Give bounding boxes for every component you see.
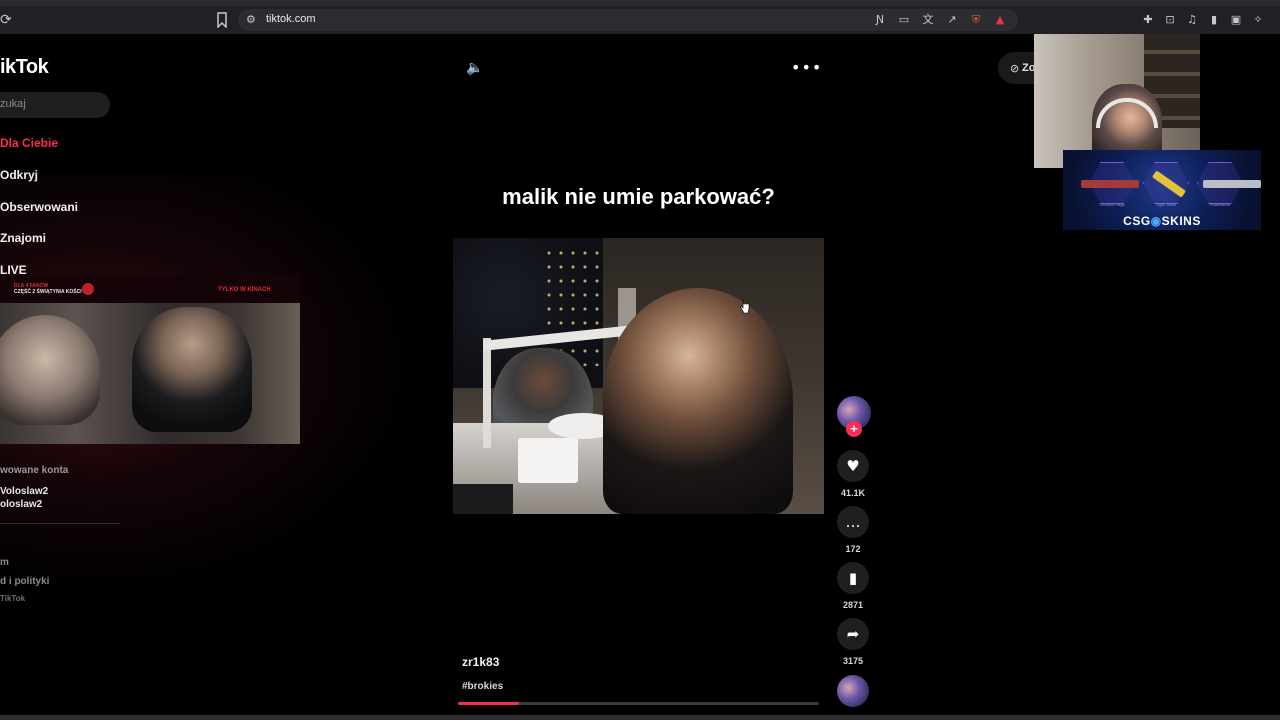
skin-name: Phantasma [1209,202,1231,207]
bookmark-icon[interactable] [216,12,228,28]
comment-count: 172 [845,544,861,554]
follow-plus-icon[interactable]: + [846,421,862,437]
followed-accounts-title: wowane konta [0,465,69,476]
extensions-icon[interactable]: ✚ [1140,11,1156,29]
video-player[interactable] [453,238,824,514]
video-progress-bar[interactable] [458,702,819,705]
reload-icon[interactable]: ⟳ [0,12,16,28]
overlay-video: DLA 4 FANÓW CZĘŚĆ 2 ŚWIĄTYNIA KOŚCI TYLK… [0,275,300,444]
nav-item-explore[interactable]: Odkryj [0,168,38,182]
followed-account[interactable]: oloslaw2 [0,499,42,510]
overlay-person [132,307,252,432]
copyright-text: TikTok [0,594,26,603]
browser-extensions: ✚ ⊡ ♫ ▮ ▣ ✧ [1140,11,1266,29]
sound-avatar[interactable] [837,675,869,707]
brave-rewards-icon[interactable]: ▲ [992,11,1008,29]
sidebar-toggle-icon[interactable]: ▮ [1206,11,1222,29]
nav-item-following[interactable]: Obserwowani [0,200,78,214]
search-placeholder: zukaj [0,98,26,110]
video-person [603,288,793,514]
rifle-skin-icon [1081,180,1139,188]
site-settings-icon[interactable]: ⚙ [246,13,260,27]
address-bar[interactable]: ⚙ tiktok.com Ɲ ▭ 文 ↗ ⛨ ▲ [238,9,1018,31]
skin-name: Tiger Tooth [1156,202,1176,207]
taskbar-edge [0,715,1280,720]
skin-name: Crimson Rage [1099,202,1125,207]
translate-icon[interactable]: 文 [920,11,936,29]
video-author[interactable]: zr1k83 [462,655,499,669]
share-count: 3175 [842,656,864,666]
no-tracking-icon[interactable]: Ɲ [872,11,888,29]
omnibox-actions: Ɲ ▭ 文 ↗ ⛨ ▲ [872,11,1008,29]
media-icon[interactable]: ♫ [1184,11,1200,29]
overlay-badge: DLA 4 FANÓW CZĘŚĆ 2 ŚWIĄTYNIA KOŚCI [14,283,82,295]
tiktok-page: ikTok zukaj Dla Ciebie Odkryj Obserwowan… [0,34,1280,720]
wallet-icon[interactable]: ▣ [1228,11,1244,29]
save-count: 2871 [842,600,864,610]
csg-skins-ad: Crimson Rage Tiger Tooth Phantasma CSG◉S… [1063,150,1261,230]
overlay-tagline: TYLKO W KINACH [218,287,271,293]
save-button[interactable]: ▮ [837,562,869,594]
sidebar-divider [0,523,120,524]
streamer-webcam [1034,34,1200,168]
search-input[interactable]: zukaj [0,92,110,118]
share-icon[interactable]: ↗ [944,11,960,29]
screenshot-icon[interactable]: ⊡ [1162,11,1178,29]
video-caption: malik nie umie parkować? [502,184,775,209]
more-options-icon[interactable]: ••• [791,60,821,76]
volume-icon[interactable]: 🔈 [466,60,483,76]
sniper-skin-icon [1203,180,1261,188]
url-text: tiktok.com [266,13,316,25]
share-button[interactable]: ➦ [837,618,869,650]
cast-icon[interactable]: ▭ [896,11,912,29]
overlay-person [0,315,100,425]
footer-link[interactable]: d i polityki [0,576,49,587]
video-hashtag[interactable]: #brokies [462,681,503,692]
nav-item-friends[interactable]: Znajomi [0,231,46,245]
csg-skins-logo: CSG◉SKINS [1123,214,1201,228]
skull-logo-icon [82,283,94,295]
zone-icon: ⊘ [1010,62,1020,75]
followed-account[interactable]: Voloslaw2 [0,486,48,497]
mouse-cursor-icon [740,299,750,314]
browser-toolbar: ⟳ ⚙ tiktok.com Ɲ ▭ 文 ↗ ⛨ ▲ ✚ ⊡ ♫ ▮ ▣ ✧ [0,6,1280,34]
tiktok-logo[interactable]: ikTok [0,56,49,79]
comment-button[interactable]: … [837,506,869,538]
webcam-blank [1200,34,1280,168]
brave-shield-icon[interactable]: ⛨ [968,11,984,29]
like-count: 41.1K [840,488,866,498]
nav-item-for-you[interactable]: Dla Ciebie [0,136,58,150]
leo-ai-icon[interactable]: ✧ [1250,11,1266,29]
video-scene-phone [453,484,513,514]
video-scene-lamp [483,338,491,448]
video-progress-fill [458,702,520,705]
like-button[interactable]: ♥ [837,450,869,482]
video-scene-box [518,438,578,483]
footer-link[interactable]: m [0,557,9,568]
overlay-banner: DLA 4 FANÓW CZĘŚĆ 2 ŚWIĄTYNIA KOŚCI TYLK… [0,275,300,303]
